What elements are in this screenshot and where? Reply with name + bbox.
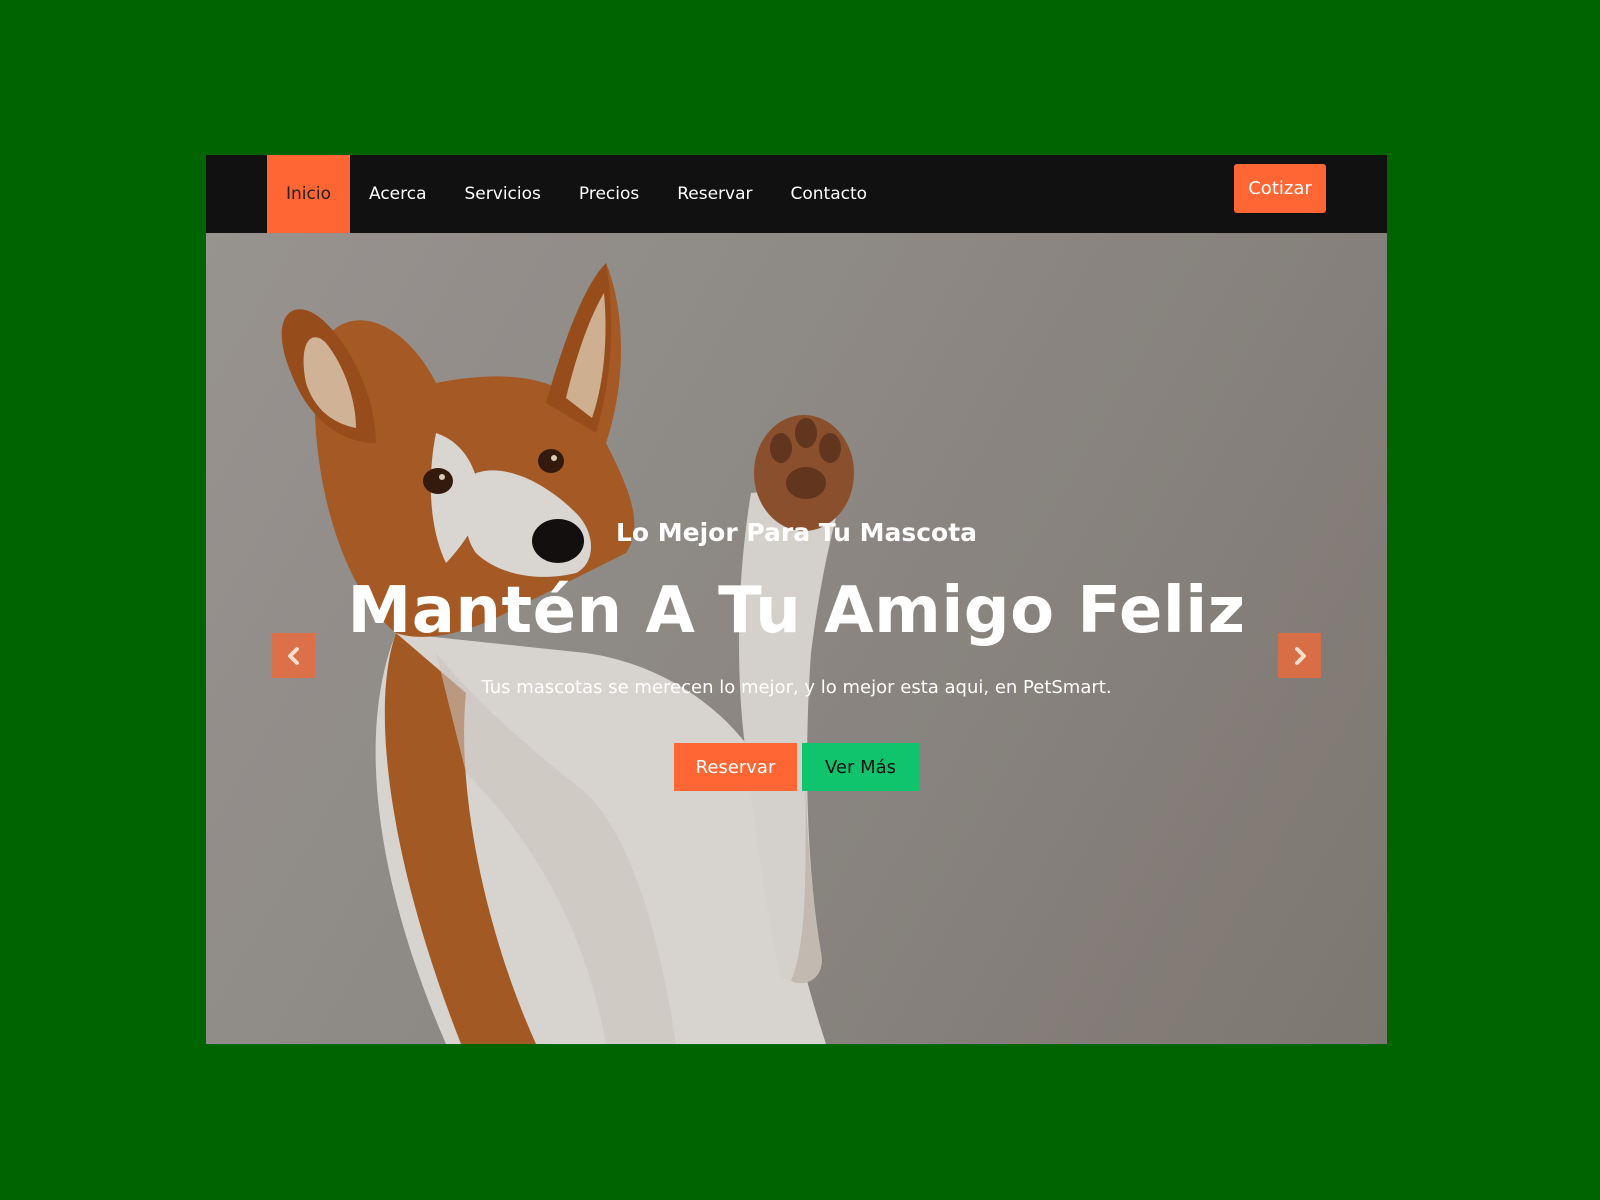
hero-buttons: Reservar Ver Más	[674, 743, 919, 791]
nav-item-acerca[interactable]: Acerca	[350, 155, 446, 233]
carousel-prev-button[interactable]	[272, 633, 315, 678]
hero-content: Lo Mejor Para Tu Mascota Mantén A Tu Ami…	[206, 233, 1387, 1044]
nav-item-inicio[interactable]: Inicio	[267, 155, 350, 233]
navbar: Inicio Acerca Servicios Precios Reservar…	[206, 155, 1387, 233]
browser-viewport: Inicio Acerca Servicios Precios Reservar…	[206, 155, 1387, 1044]
reservar-button[interactable]: Reservar	[674, 743, 797, 791]
nav-links: Inicio Acerca Servicios Precios Reservar…	[267, 155, 886, 233]
nav-item-reservar[interactable]: Reservar	[658, 155, 771, 233]
chevron-left-icon	[287, 646, 299, 665]
cotizar-button[interactable]: Cotizar	[1234, 164, 1326, 213]
nav-item-servicios[interactable]: Servicios	[446, 155, 560, 233]
hero-tagline: Tus mascotas se merecen lo mejor, y lo m…	[481, 677, 1112, 698]
hero-carousel: Lo Mejor Para Tu Mascota Mantén A Tu Ami…	[206, 233, 1387, 1044]
hero-headline: Mantén A Tu Amigo Feliz	[347, 574, 1246, 648]
nav-item-contacto[interactable]: Contacto	[772, 155, 887, 233]
ver-mas-button[interactable]: Ver Más	[802, 743, 919, 791]
nav-item-precios[interactable]: Precios	[560, 155, 658, 233]
carousel-next-button[interactable]	[1278, 633, 1321, 678]
chevron-right-icon	[1294, 646, 1306, 665]
hero-eyebrow: Lo Mejor Para Tu Mascota	[615, 518, 978, 547]
